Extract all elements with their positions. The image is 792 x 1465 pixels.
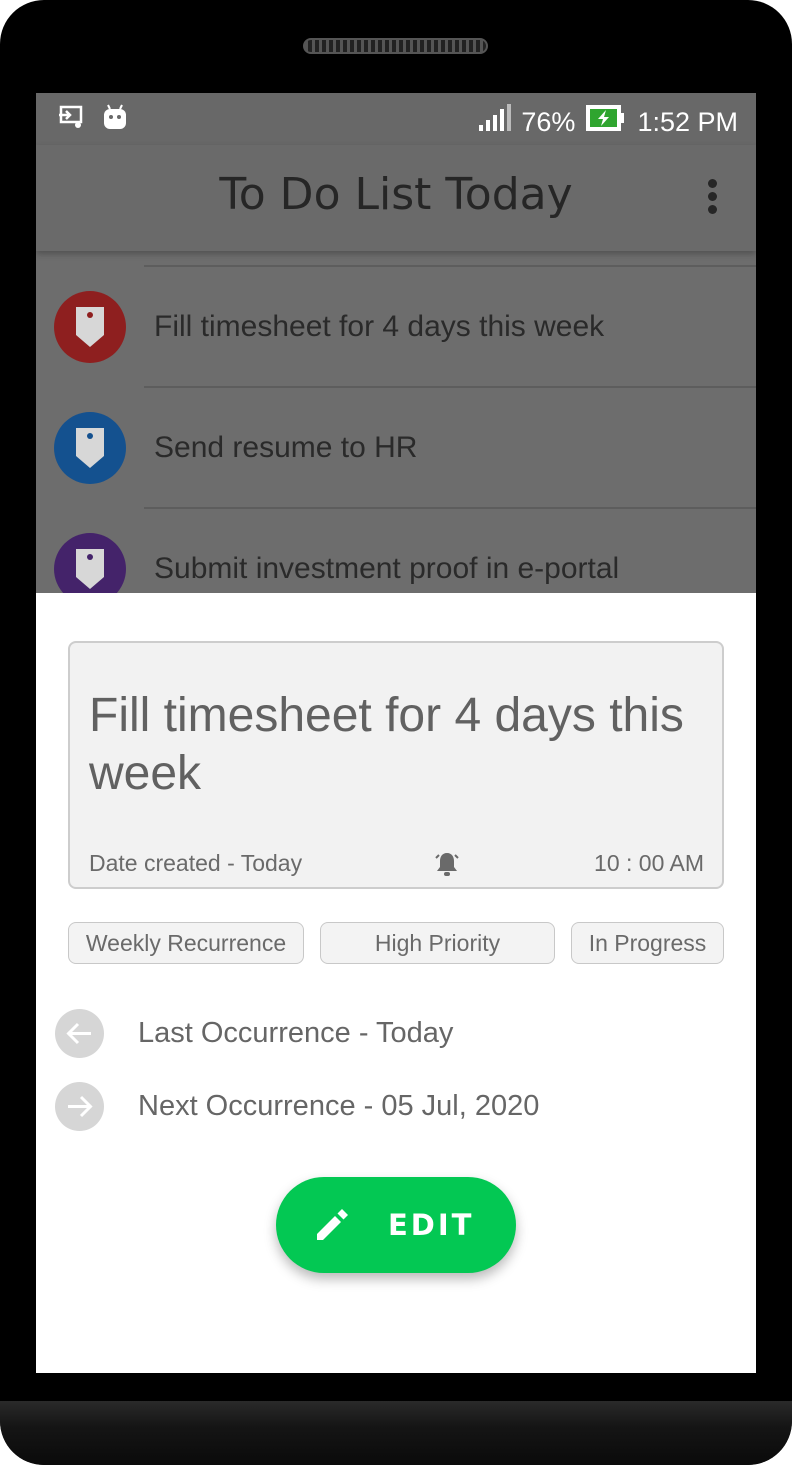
- task-label: Send resume to HR: [154, 431, 418, 464]
- task-list: Fill timesheet for 4 days this week Send…: [36, 265, 756, 628]
- task-detail-card: Fill timesheet for 4 days this week Date…: [68, 641, 724, 889]
- edit-button[interactable]: EDIT: [276, 1177, 516, 1273]
- phone-bottom-bezel: [0, 1401, 792, 1465]
- android-icon: [102, 103, 128, 138]
- task-tag-icon: [54, 291, 126, 363]
- battery-charging-icon: [585, 104, 627, 139]
- last-occurrence-label: Last Occurrence - Today: [138, 1017, 454, 1049]
- recurrence-chip[interactable]: Weekly Recurrence: [68, 922, 304, 964]
- clock: 1:52 PM: [637, 106, 738, 137]
- last-occurrence-row: Last Occurrence - Today: [36, 1009, 756, 1059]
- list-item[interactable]: Send resume to HR: [36, 386, 756, 507]
- pencil-icon: [317, 1209, 348, 1240]
- battery-percentage: 76%: [521, 106, 576, 137]
- next-occurrence-row: Next Occurrence - 05 Jul, 2020: [36, 1082, 756, 1132]
- status-bar: 76% 1:52 PM: [36, 93, 756, 145]
- app-bar: To Do List Today: [36, 145, 756, 251]
- reminder-time: 10 : 00 AM: [594, 850, 704, 876]
- phone-frame: 76% 1:52 PM To Do List Today Fill timesh…: [0, 0, 792, 1465]
- task-label: Fill timesheet for 4 days this week: [154, 310, 605, 343]
- divider: [144, 386, 756, 388]
- dimmed-background[interactable]: 76% 1:52 PM To Do List Today Fill timesh…: [36, 93, 756, 605]
- divider: [144, 265, 756, 267]
- screen: 76% 1:52 PM To Do List Today Fill timesh…: [36, 93, 756, 1373]
- arrow-left-icon: [55, 1009, 104, 1058]
- next-occurrence-label: Next Occurrence - 05 Jul, 2020: [138, 1090, 540, 1122]
- divider: [144, 507, 756, 509]
- alarm-bell-icon: [433, 850, 461, 884]
- task-title: Fill timesheet for 4 days this week: [89, 689, 684, 800]
- status-chip[interactable]: In Progress: [571, 922, 724, 964]
- app-title: To Do List Today: [219, 169, 573, 220]
- task-tag-icon: [54, 412, 126, 484]
- edit-button-label: EDIT: [388, 1208, 475, 1242]
- screen-cast-icon: [58, 103, 86, 138]
- signal-icon: [477, 103, 512, 140]
- chip-row: Weekly Recurrence High Priority In Progr…: [68, 922, 724, 964]
- speaker-grille: [303, 38, 488, 54]
- task-label: Submit investment proof in e-portal: [154, 552, 620, 585]
- arrow-right-icon: [55, 1082, 104, 1131]
- task-detail-sheet: Fill timesheet for 4 days this week Date…: [36, 593, 756, 1373]
- more-vert-icon[interactable]: [708, 179, 718, 215]
- list-item[interactable]: Fill timesheet for 4 days this week: [36, 265, 756, 386]
- date-created: Date created - Today: [89, 850, 303, 876]
- priority-chip[interactable]: High Priority: [320, 922, 555, 964]
